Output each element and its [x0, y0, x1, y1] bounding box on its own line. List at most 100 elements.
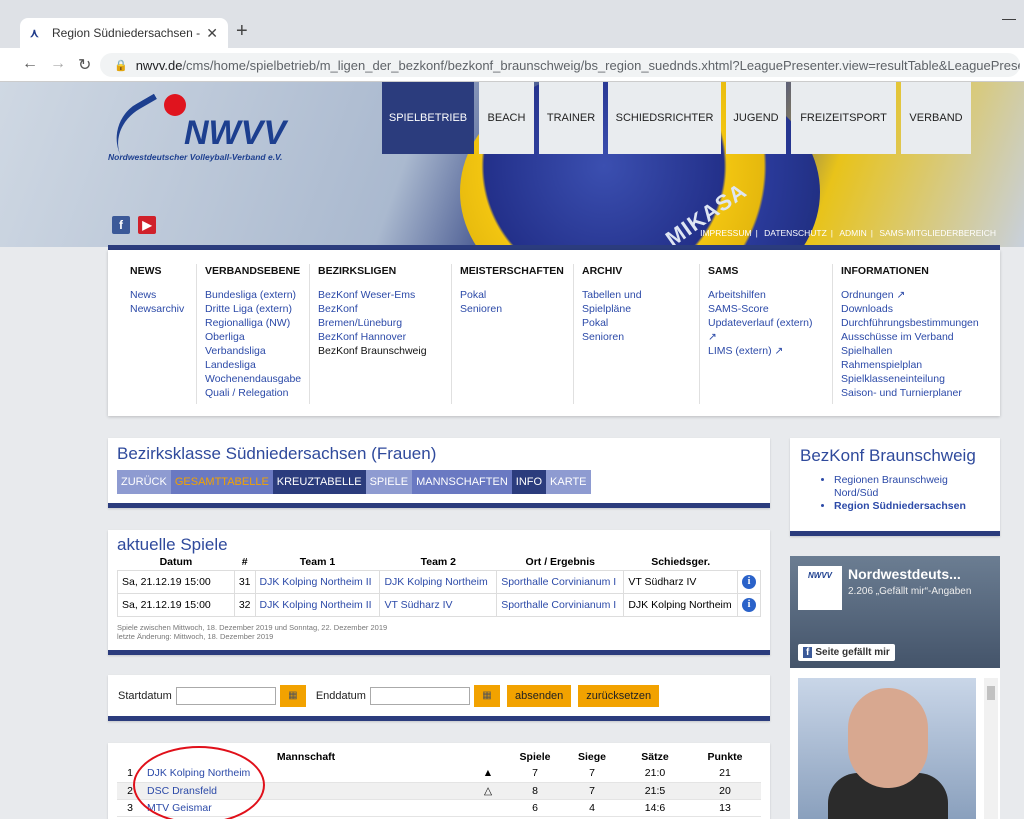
menu-link[interactable]: Dritte Liga (extern) [205, 302, 301, 316]
nav-schiedsrichter[interactable]: SCHIEDSRICHTER [608, 82, 721, 154]
menu-link[interactable]: Downloads [841, 302, 979, 316]
menu-link[interactable]: Tabellen und [582, 288, 642, 302]
col-header: Sätze [641, 751, 669, 763]
menu-link[interactable]: Wochenendausgabe [205, 372, 301, 386]
cell-referee: DJK Kolping Northeim [623, 593, 738, 617]
admin-link[interactable]: ADMIN [839, 228, 866, 238]
url-field[interactable]: 🔒 nwvv.de /cms/home/spielbetrieb/m_ligen… [100, 53, 1020, 77]
menu-link[interactable]: Ordnungen ↗ [841, 288, 979, 302]
sams-member-link[interactable]: SAMS-MITGLIEDERBEREICH [879, 228, 996, 238]
menu-link[interactable]: Pokal [460, 288, 564, 302]
menu-link[interactable]: News [130, 288, 184, 302]
back-icon[interactable]: ← [22, 55, 38, 73]
menu-link[interactable]: Landesliga [205, 358, 301, 372]
menu-link[interactable]: BezKonf Weser-Ems [318, 288, 427, 302]
menu-link[interactable]: Rahmenspielplan [841, 358, 979, 372]
calendar-icon[interactable]: ▦ [473, 685, 500, 707]
datenschutz-link[interactable]: DATENSCHUTZ [764, 228, 827, 238]
tab-spiele[interactable]: SPIELE [365, 470, 413, 494]
tab-gesamttabelle[interactable]: GESAMTTABELLE [170, 470, 273, 494]
menu-link[interactable]: Spielklasseneinteilung [841, 372, 979, 386]
col-header: Datum [159, 556, 193, 568]
facebook-like-button[interactable]: f Seite gefällt mir [798, 644, 895, 661]
col-header: Ort / Ergebnis [525, 556, 595, 568]
nav-trainer[interactable]: TRAINER [539, 82, 603, 154]
table-row: Sa, 21.12.19 15:00 32 DJK Kolping Northe… [117, 593, 761, 617]
team1-link[interactable]: DJK Kolping Northeim II [260, 576, 372, 588]
info-icon[interactable]: i [742, 575, 756, 589]
team1-link[interactable]: DJK Kolping Northeim II [260, 599, 372, 611]
menu-link[interactable]: BezKonf [318, 302, 427, 316]
facebook-post-photo[interactable] [798, 678, 976, 819]
facebook-page-name[interactable]: Nordwestdeuts... [848, 566, 961, 582]
facebook-icon[interactable]: f [112, 216, 130, 234]
venue-link[interactable]: Sporthalle Corvinianum I [501, 576, 616, 588]
nwvv-logo[interactable]: NWVV Nordwestdeutscher Volleyball-Verban… [102, 93, 318, 174]
menu-link[interactable]: Durchführungsbestimmungen [841, 316, 979, 330]
menu-link[interactable]: Oberliga [205, 330, 301, 344]
forward-icon[interactable]: → [50, 55, 66, 73]
col-header: Siege [577, 751, 606, 763]
menu-link[interactable]: Spielhallen [841, 344, 979, 358]
reload-icon[interactable]: ↻ [78, 55, 91, 75]
cell-date: Sa, 21.12.19 15:00 [117, 570, 235, 594]
col-header-trend [469, 749, 507, 765]
end-date-input[interactable] [369, 687, 470, 705]
menu-link[interactable]: Spielpläne [582, 302, 642, 316]
venue-link[interactable]: Sporthalle Corvinianum I [501, 599, 616, 611]
menu-link[interactable]: Ausschüsse im Verband [841, 330, 979, 344]
menu-link[interactable]: LIMS (extern) ↗ [708, 344, 812, 358]
menu-heading: ARCHIV [582, 265, 623, 277]
impressum-link[interactable]: IMPRESSUM [700, 228, 751, 238]
nav-beach[interactable]: BEACH [479, 82, 534, 154]
calendar-icon[interactable]: ▦ [279, 685, 306, 707]
menu-link[interactable]: Newsarchiv [130, 302, 184, 316]
info-icon[interactable]: i [742, 598, 756, 612]
menu-link[interactable]: Senioren [460, 302, 564, 316]
col-header: Team 1 [299, 556, 336, 568]
menu-heading: MEISTERSCHAFTEN [460, 265, 564, 277]
close-tab-icon[interactable]: ✕ [206, 25, 218, 42]
start-date-input[interactable] [175, 687, 276, 705]
team2-link[interactable]: VT Südharz IV [384, 599, 452, 611]
external-link-icon[interactable]: ↗ [708, 330, 812, 344]
menu-link[interactable]: Bundesliga (extern) [205, 288, 301, 302]
nav-jugend[interactable]: JUGEND [726, 82, 786, 154]
menu-link[interactable]: Verbandsliga [205, 344, 301, 358]
region-link[interactable]: Regionen Braunschweig Nord/Süd [834, 474, 990, 500]
menu-link[interactable]: Quali / Relegation [205, 386, 301, 400]
tab-karte[interactable]: KARTE [546, 470, 591, 494]
menu-link[interactable]: BezKonf Hannover [318, 330, 427, 344]
submit-button[interactable]: absenden [506, 685, 572, 707]
menu-link[interactable]: Regionalliga (NW) [205, 316, 301, 330]
panel-bar [108, 650, 770, 655]
menu-link[interactable]: Pokal [582, 316, 642, 330]
trend-outline-icon: △ [469, 782, 507, 800]
widget-scrollbar[interactable] [984, 678, 998, 819]
minimize-window-icon[interactable]: — [1002, 10, 1016, 26]
tab-mannschaften[interactable]: MANNSCHAFTEN [412, 470, 512, 494]
menu-link[interactable]: Saison- und Turnierplaner [841, 386, 979, 400]
menu-link[interactable]: Senioren [582, 330, 642, 344]
team2-link[interactable]: DJK Kolping Northeim [384, 576, 487, 588]
menu-link[interactable]: Arbeitshilfen [708, 288, 812, 302]
facebook-widget: NWVV Nordwestdeuts... 2.206 „Gefällt mir… [790, 556, 1000, 819]
nav-spielbetrieb[interactable]: SPIELBETRIEB [382, 82, 474, 154]
menu-link[interactable]: Updateverlauf (extern) [708, 316, 812, 330]
region-link-current[interactable]: Region Südniedersachsen [834, 500, 990, 513]
menu-link[interactable]: SAMS-Score [708, 302, 812, 316]
menu-link[interactable]: Bremen/Lüneburg [318, 316, 427, 330]
youtube-icon[interactable]: ▶ [138, 216, 156, 234]
tab-kreuztabelle[interactable]: KREUZTABELLE [272, 470, 366, 494]
nav-verband[interactable]: VERBAND [901, 82, 971, 154]
new-tab-icon[interactable]: + [236, 20, 248, 43]
tab-info[interactable]: INFO [511, 470, 547, 494]
browser-tab[interactable]: ⋏ Region Südniedersachsen - NWV ✕ [20, 18, 228, 48]
reset-button[interactable]: zurücksetzen [578, 685, 660, 707]
menu-link-current[interactable]: BezKonf Braunschweig [318, 344, 427, 358]
scrollbar-thumb[interactable] [987, 686, 995, 700]
facebook-cover[interactable]: NWVV Nordwestdeuts... 2.206 „Gefällt mir… [790, 556, 1000, 668]
tab-zurueck[interactable]: ZURÜCK [117, 470, 171, 494]
nav-freizeitsport[interactable]: FREIZEITSPORT [791, 82, 896, 154]
facebook-page-logo: NWVV [798, 566, 842, 610]
